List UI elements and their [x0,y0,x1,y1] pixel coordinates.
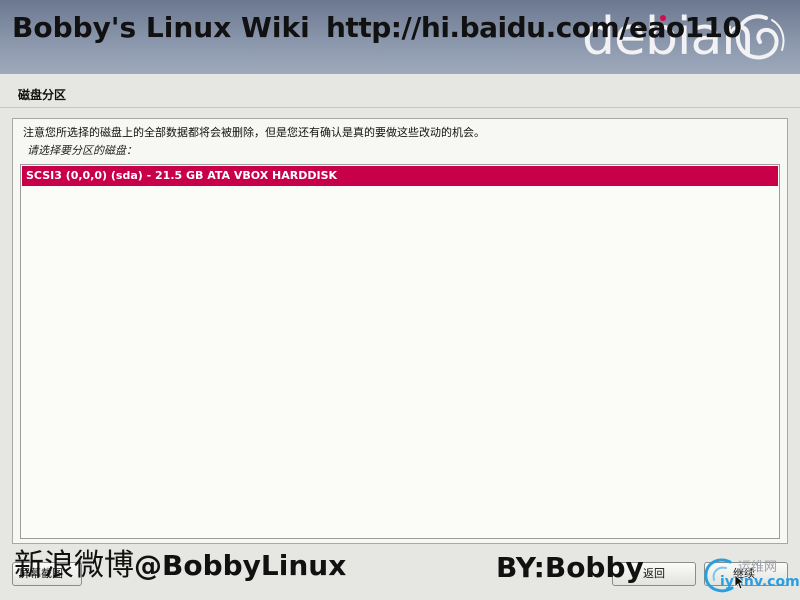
step-title: 磁盘分区 [18,88,67,102]
header-banner: debian Bobby's Linux Wiki http://hi.baid… [0,0,800,74]
main-panel: 注意您所选择的磁盘上的全部数据都将会被删除，但是您还有确认是真的要做这些改动的机… [12,118,788,544]
disk-prompt: 请选择要分区的磁盘： [27,144,137,157]
weibo-label: 新浪微博 [14,548,134,583]
site-watermark: 运维网 iyunv.com [700,554,800,598]
title-divider [0,107,800,108]
weibo-watermark: 新浪微博@BobbyLinux [14,546,346,586]
byline-watermark: BY:Bobby [496,551,644,584]
warning-notice: 注意您所选择的磁盘上的全部数据都将会被删除，但是您还有确认是真的要做这些改动的机… [23,126,485,139]
installer-screen: debian Bobby's Linux Wiki http://hi.baid… [0,0,800,600]
disk-list-item[interactable]: SCSI3 (0,0,0) (sda) - 21.5 GB ATA VBOX H… [22,166,778,186]
site-url: iyunv.com [720,574,800,590]
mouse-cursor-icon [734,574,744,590]
site-label: 运维网 [738,560,778,575]
overlay-wiki-title: Bobby's Linux Wiki [12,11,310,44]
disk-list[interactable]: SCSI3 (0,0,0) (sda) - 21.5 GB ATA VBOX H… [20,164,780,539]
overlay-wiki-url: http://hi.baidu.com/eao110 [326,11,742,44]
weibo-handle: @BobbyLinux [134,549,347,582]
